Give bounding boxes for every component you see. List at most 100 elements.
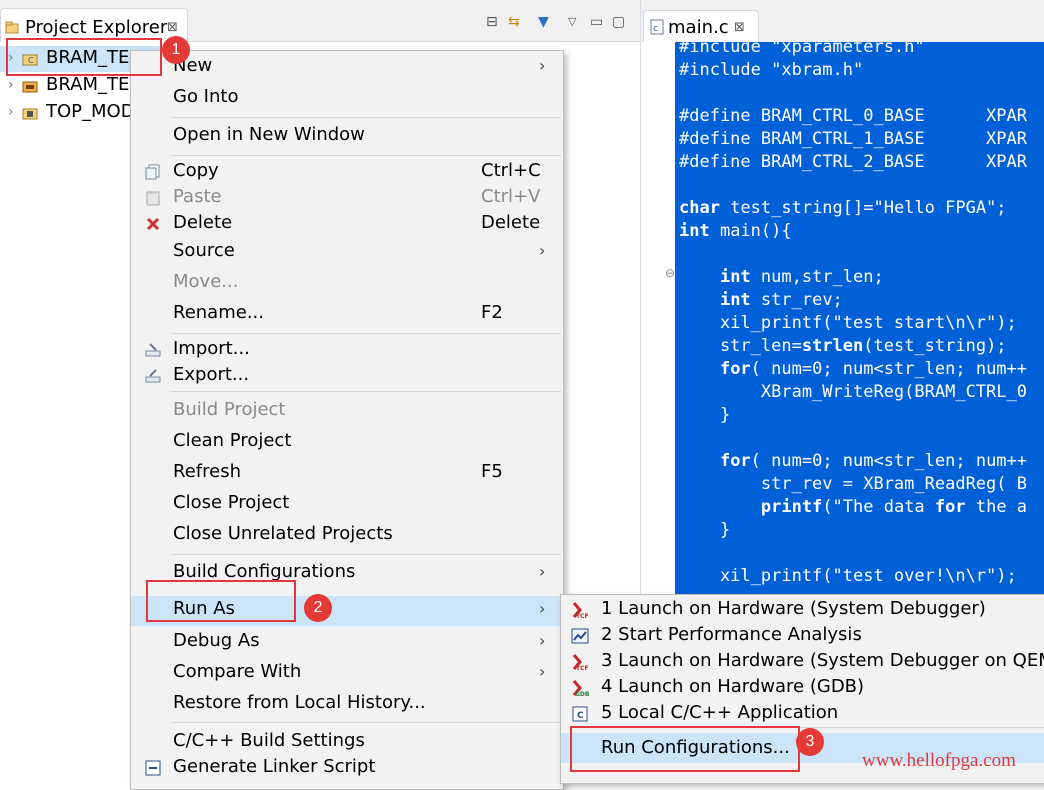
code-line: printf("The data for the a — [760, 497, 1028, 517]
submenu-item-label: 5 Local C/C++ Application — [601, 702, 839, 723]
code-line: XBram_WriteReg(BRAM_CTRL_0 — [679, 382, 1027, 402]
step-badge-1: 1 — [162, 36, 190, 64]
tab-project-explorer-label: Project Explorer — [25, 17, 168, 38]
code-line: #define BRAM_CTRL_1_BASE XPAR — [679, 129, 1027, 149]
menu-separator — [171, 333, 561, 334]
tcf-launch-icon: TCF — [571, 601, 589, 620]
import-icon — [145, 342, 161, 358]
minimize-icon[interactable]: ▭ — [590, 14, 603, 30]
code-line: #define BRAM_CTRL_2_BASE XPAR — [679, 152, 1027, 172]
menu-item-label: Restore from Local History... — [173, 692, 426, 713]
menu-item-label: Compare With — [173, 661, 302, 682]
link-with-editor-icon[interactable]: ⇆ — [508, 14, 520, 30]
project-explorer-tabbar: Project Explorer ⊠ ⊟ ⇆ ▼ ▽ ▭ ▢ — [0, 0, 640, 42]
menu-item-label: Rename... — [173, 302, 264, 323]
menu-item-new[interactable]: New › — [131, 53, 563, 83]
expand-chevron-icon[interactable]: › — [8, 104, 14, 120]
expand-chevron-icon[interactable]: › — [8, 77, 14, 93]
filter-icon[interactable]: ▼ — [538, 14, 549, 30]
menu-item-label: Generate Linker Script — [173, 756, 376, 777]
c-file-icon: c — [650, 19, 664, 35]
submenu-item-2-start-performance-analysis[interactable]: 2 Start Performance Analysis — [561, 623, 1044, 649]
submenu-item-label: 3 Launch on Hardware (System Debugger on… — [601, 650, 1044, 671]
menu-item-label: Debug As — [173, 630, 260, 651]
code-line: int str_rev; — [719, 290, 843, 310]
submenu-arrow-icon: › — [539, 631, 546, 650]
menu-item-shortcut: Delete — [481, 212, 541, 233]
menu-item-move: Move... — [131, 269, 563, 299]
menu-item-label: Clean Project — [173, 430, 292, 451]
svg-text:C: C — [577, 711, 584, 721]
tab-main-c[interactable]: c main.c ⊠ — [643, 10, 759, 42]
menu-item-restore-from-local-history[interactable]: Restore from Local History... — [131, 690, 563, 720]
collapse-all-icon[interactable]: ⊟ — [486, 14, 498, 30]
close-icon[interactable]: ⊠ — [167, 20, 178, 35]
highlight-box-run-as — [146, 580, 296, 622]
code-line: #include "xbram.h" — [679, 60, 864, 80]
maximize-icon[interactable]: ▢ — [612, 14, 625, 30]
highlight-box-project — [6, 38, 162, 76]
submenu-item-1-launch-on-hardware-system-debugger[interactable]: TCF 1 Launch on Hardware (System Debugger… — [561, 597, 1044, 623]
submenu-item-5-local-c-c-application[interactable]: C 5 Local C/C++ Application — [561, 701, 1044, 727]
tree-item-label: TOP_MOD — [46, 101, 135, 122]
menu-item-label: Source — [173, 240, 235, 261]
code-line: xil_printf("test start\n\r"); — [679, 313, 1017, 333]
menu-item-label: Close Unrelated Projects — [173, 523, 393, 544]
menu-item-label: Build Configurations — [173, 561, 356, 582]
menu-item-close-unrelated-projects[interactable]: Close Unrelated Projects — [131, 521, 563, 551]
view-menu-icon[interactable]: ▽ — [568, 14, 576, 30]
tab-main-c-label: main.c — [668, 17, 729, 38]
svg-text:c: c — [653, 24, 658, 34]
gdb-launch-icon: GDB — [571, 679, 590, 698]
code-line: #define BRAM_CTRL_0_BASE XPAR — [679, 106, 1027, 126]
svg-text:TCF: TCF — [576, 613, 589, 619]
menu-item-open-in-new-window[interactable]: Open in New Window — [131, 122, 563, 152]
menu-item-export[interactable]: Export... — [131, 362, 563, 392]
submenu-item-label: 4 Launch on Hardware (GDB) — [601, 676, 865, 697]
submenu-item-4-launch-on-hardware-gdb[interactable]: GDB 4 Launch on Hardware (GDB) — [561, 675, 1044, 701]
code-line: } — [679, 520, 731, 540]
watermark: www.hellofpga.com — [862, 750, 1016, 771]
submenu-arrow-icon: › — [539, 562, 546, 581]
menu-item-label: Export... — [173, 364, 250, 385]
submenu-item-label: 2 Start Performance Analysis — [601, 624, 862, 645]
fold-toggle-icon[interactable]: ⊖ — [665, 266, 675, 280]
menu-item-label: Copy — [173, 160, 219, 181]
submenu-arrow-icon: › — [539, 56, 546, 75]
context-menu: New › Go Into Open in New Window Copy Ctrl+C P… — [130, 50, 564, 790]
step-badge-2: 2 — [304, 594, 332, 622]
menu-item-label: Delete — [173, 212, 233, 233]
menu-item-rename[interactable]: Rename... F2 — [131, 300, 563, 330]
menu-item-build-project: Build Project — [131, 397, 563, 427]
tree-item-label: BRAM_TE — [46, 74, 130, 95]
svg-text:GDB: GDB — [575, 691, 589, 697]
menu-item-label: C/C++ Build Settings — [173, 730, 365, 751]
code-line: } — [679, 405, 731, 425]
code-line: #include "xparameters.h" — [679, 42, 925, 57]
svg-text:TCF: TCF — [576, 665, 589, 671]
menu-item-label: Build Project — [173, 399, 286, 420]
menu-separator — [171, 554, 561, 555]
submenu-arrow-icon: › — [539, 599, 546, 618]
tab-project-explorer[interactable]: Project Explorer ⊠ — [0, 8, 188, 42]
menu-item-go-into[interactable]: Go Into — [131, 84, 563, 114]
menu-item-generate-linker-script[interactable]: Generate Linker Script — [131, 754, 563, 784]
submenu-arrow-icon: › — [539, 241, 546, 260]
performance-chart-icon — [571, 627, 589, 645]
close-icon[interactable]: ⊠ — [734, 20, 745, 35]
menu-item-debug-as[interactable]: Debug As › — [131, 628, 563, 658]
step-badge-3: 3 — [796, 728, 824, 756]
submenu-item-3-launch-on-hardware-system-debugger-on-qemu[interactable]: TCF 3 Launch on Hardware (System Debugger… — [561, 649, 1044, 675]
menu-item-label: Open in New Window — [173, 124, 365, 145]
tcf-launch-icon: TCF — [571, 653, 589, 672]
menu-item-source[interactable]: Source › — [131, 238, 563, 268]
project-explorer-icon — [5, 21, 19, 34]
menu-item-close-project[interactable]: Close Project — [131, 490, 563, 520]
menu-item-label: Paste — [173, 186, 222, 207]
menu-item-delete[interactable]: Delete Delete — [131, 210, 563, 240]
menu-item-compare-with[interactable]: Compare With › — [131, 659, 563, 689]
submenu-arrow-icon: › — [539, 662, 546, 681]
menu-item-clean-project[interactable]: Clean Project — [131, 428, 563, 458]
menu-separator — [171, 155, 561, 156]
menu-item-refresh[interactable]: Refresh F5 — [131, 459, 563, 489]
